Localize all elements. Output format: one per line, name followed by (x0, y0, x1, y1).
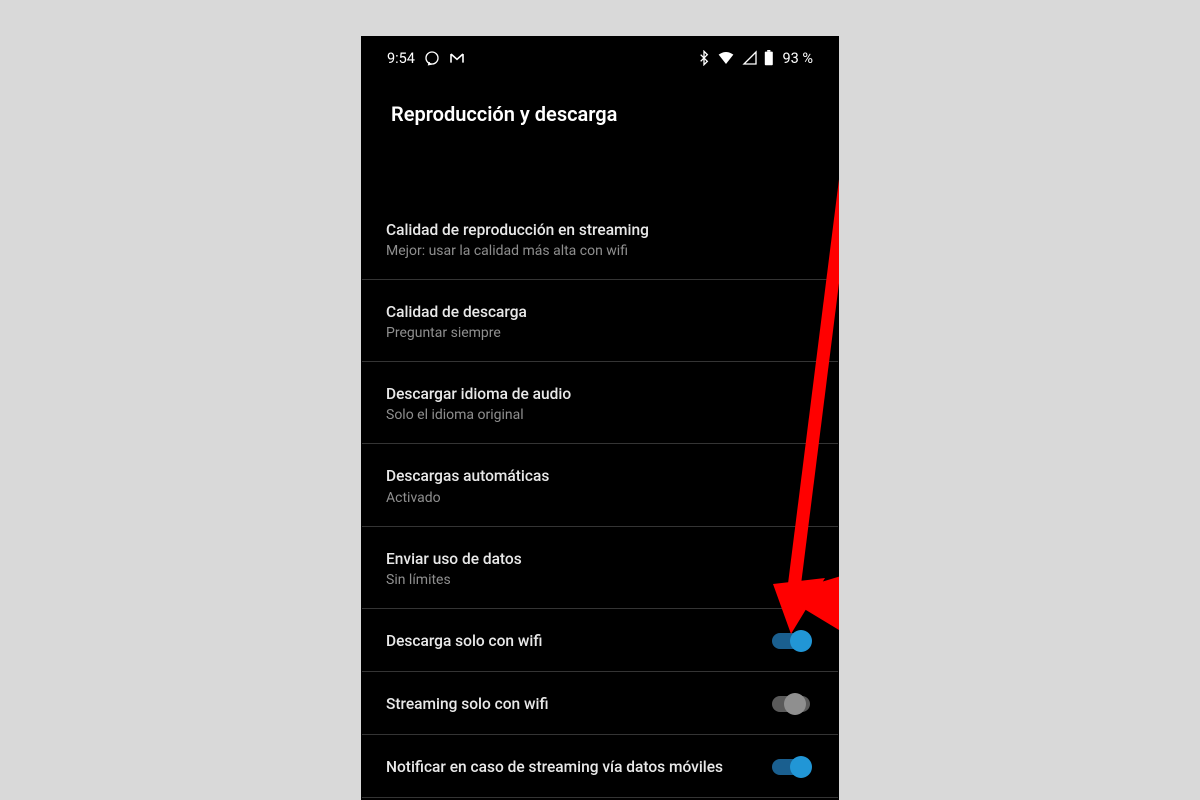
status-left: 9:54 (387, 50, 465, 67)
wifi-icon (718, 50, 736, 66)
toggle-download-wifi-only[interactable] (772, 633, 810, 649)
page-title: Reproducción y descarga (361, 80, 839, 134)
toggle-notify-mobile-streaming[interactable] (772, 759, 810, 775)
setting-download-quality[interactable]: Calidad de descarga Preguntar siempre (362, 280, 838, 362)
bluetooth-icon (696, 50, 712, 66)
setting-title: Calidad de reproducción en streaming (386, 220, 810, 240)
setting-title: Calidad de descarga (386, 302, 810, 322)
setting-data-usage[interactable]: Enviar uso de datos Sin límites (362, 527, 838, 609)
setting-streaming-wifi-only[interactable]: Streaming solo con wifi (362, 672, 838, 735)
setting-subtitle: Sin límites (386, 572, 810, 588)
setting-streaming-quality[interactable]: Calidad de reproducción en streaming Mej… (362, 198, 838, 280)
setting-subtitle: Mejor: usar la calidad más alta con wifi (386, 243, 810, 259)
toggle-streaming-wifi-only[interactable] (772, 696, 810, 712)
battery-icon (764, 50, 776, 66)
setting-notify-mobile-streaming[interactable]: Notificar en caso de streaming vía datos… (362, 735, 838, 798)
status-time: 9:54 (387, 50, 415, 67)
battery-percent: 93 % (782, 50, 813, 67)
status-right: 93 % (696, 50, 813, 67)
setting-subtitle: Activado (386, 490, 810, 506)
settings-list: Calidad de reproducción en streaming Mej… (361, 134, 839, 798)
status-bar: 9:54 93 % (361, 36, 839, 80)
setting-title: Enviar uso de datos (386, 549, 810, 569)
setting-title: Descargar idioma de audio (386, 384, 810, 404)
setting-title: Descargas automáticas (386, 466, 810, 486)
gmail-icon (449, 50, 465, 66)
whatsapp-icon (424, 50, 440, 66)
setting-audio-language[interactable]: Descargar idioma de audio Solo el idioma… (362, 362, 838, 444)
setting-subtitle: Preguntar siempre (386, 325, 810, 341)
setting-title: Streaming solo con wifi (386, 694, 772, 714)
phone-frame: 9:54 93 % Reproducción y descarga (361, 36, 839, 800)
cell-icon (742, 50, 758, 66)
setting-title: Descarga solo con wifi (386, 631, 772, 651)
setting-title: Notificar en caso de streaming vía datos… (386, 757, 772, 777)
setting-auto-downloads[interactable]: Descargas automáticas Activado (362, 444, 838, 526)
setting-download-wifi-only[interactable]: Descarga solo con wifi (362, 609, 838, 672)
setting-subtitle: Solo el idioma original (386, 407, 810, 423)
